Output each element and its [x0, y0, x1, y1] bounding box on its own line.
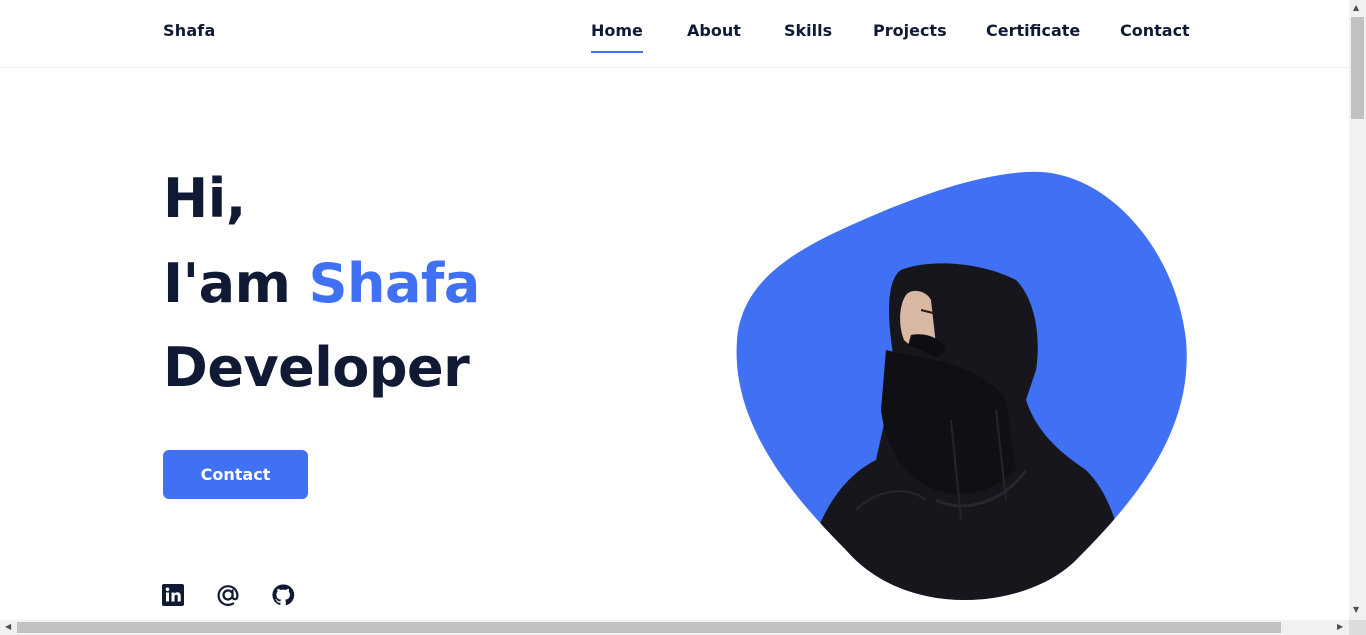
profile-photo	[736, 170, 1188, 610]
horizontal-scrollbar[interactable]: ◀ ▶	[0, 620, 1349, 635]
at-sign-icon[interactable]	[216, 583, 240, 607]
hero-role: Developer	[163, 336, 470, 399]
contact-button[interactable]: Contact	[163, 450, 308, 499]
nav-home[interactable]: Home	[591, 21, 643, 53]
nav-certificate[interactable]: Certificate	[986, 21, 1080, 40]
vertical-scroll-thumb[interactable]	[1351, 17, 1364, 119]
site-header: Shafa Home About Skills Projects Certifi…	[0, 0, 1349, 68]
nav-projects[interactable]: Projects	[873, 21, 947, 40]
hero-intro-prefix: I'am	[163, 252, 309, 315]
hero-intro: I'am Shafa	[163, 257, 480, 311]
hero-greeting: Hi,	[163, 167, 246, 230]
scroll-down-arrow-icon[interactable]: ▼	[1353, 606, 1359, 614]
vertical-scrollbar[interactable]: ▲ ▼	[1349, 0, 1366, 620]
hero-name: Shafa	[308, 252, 481, 315]
nav-contact[interactable]: Contact	[1120, 21, 1190, 40]
nav-about[interactable]: About	[687, 21, 741, 40]
main-nav: Home About Skills Projects Certificate C…	[0, 21, 1349, 61]
linkedin-icon[interactable]	[161, 583, 185, 607]
horizontal-scroll-thumb[interactable]	[17, 622, 1281, 633]
scroll-up-arrow-icon[interactable]: ▲	[1353, 4, 1359, 12]
scrollbar-corner	[1349, 620, 1366, 635]
github-icon[interactable]	[271, 583, 295, 607]
nav-skills[interactable]: Skills	[784, 21, 832, 40]
scroll-right-arrow-icon[interactable]: ▶	[1337, 623, 1343, 631]
scroll-left-arrow-icon[interactable]: ◀	[5, 623, 11, 631]
